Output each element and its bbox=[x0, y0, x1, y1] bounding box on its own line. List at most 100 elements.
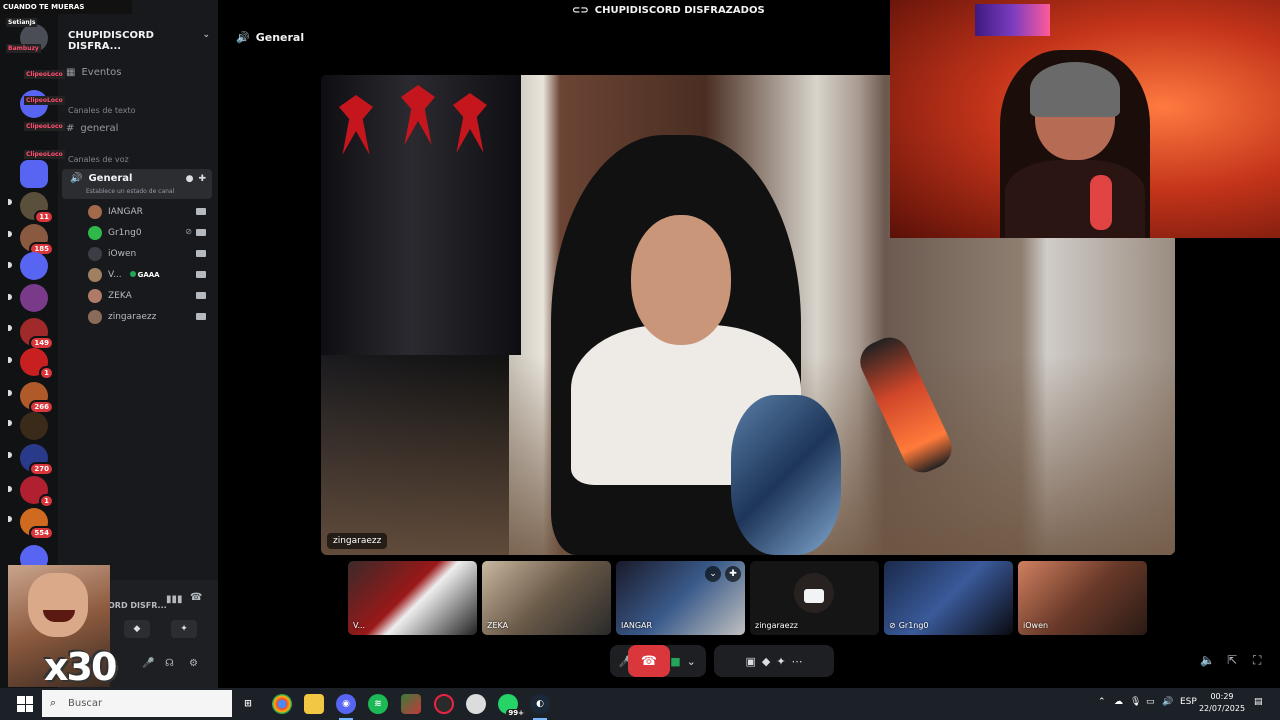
tray-chevron-icon[interactable]: ⌃ bbox=[1098, 697, 1106, 707]
activity-icon[interactable]: ◆ bbox=[762, 655, 770, 668]
chat-bubble-icon[interactable]: ● bbox=[186, 174, 194, 184]
person-face bbox=[631, 215, 731, 345]
voice-connected-server[interactable]: ORD DISFR... bbox=[108, 601, 167, 610]
participant-thumbnail[interactable]: iOwen bbox=[1018, 561, 1147, 635]
participant-thumbnail[interactable]: ZEKA bbox=[482, 561, 611, 635]
screen-share-icon[interactable]: ▣ bbox=[745, 655, 755, 668]
microphone-prop bbox=[1090, 175, 1112, 230]
server-icon[interactable] bbox=[20, 284, 48, 312]
mention-badge: 1 bbox=[39, 366, 54, 380]
participant-thumbnail[interactable]: zingaraezz bbox=[750, 561, 879, 635]
volume-icon[interactable]: 🔊 bbox=[1162, 697, 1173, 707]
overlay-user: ClipeoLoco bbox=[24, 150, 65, 159]
discord-icon[interactable]: ◉ bbox=[336, 694, 356, 714]
winrar-icon[interactable] bbox=[401, 694, 421, 714]
server-icon[interactable] bbox=[20, 412, 48, 440]
server-icon[interactable]: 1 bbox=[20, 348, 54, 380]
avatar bbox=[88, 268, 102, 282]
server-icon[interactable] bbox=[20, 252, 48, 280]
server-header[interactable]: CHUPIDISCORD DISFRA... ⌄ bbox=[68, 30, 210, 52]
windows-start-icon[interactable] bbox=[17, 696, 33, 712]
voice-member[interactable]: Gr1ng0 ⊘ bbox=[88, 224, 210, 242]
microphone-icon[interactable]: 🎙 bbox=[1130, 697, 1141, 707]
server-icon[interactable]: 266 bbox=[20, 382, 54, 414]
headphones-icon[interactable]: ☊ bbox=[165, 658, 174, 669]
category-text[interactable]: Canales de texto bbox=[68, 106, 136, 115]
voice-member[interactable]: V... GAAA bbox=[88, 266, 210, 284]
avatar bbox=[88, 205, 102, 219]
server-icon[interactable]: 1 bbox=[20, 476, 54, 508]
voice-channel-general[interactable]: 🔊 General Establece un estado de canal ●… bbox=[62, 169, 212, 199]
unread-indicator bbox=[8, 262, 12, 268]
events-link[interactable]: ▦ Eventos bbox=[66, 67, 121, 78]
chevron-down-icon: ⌄ bbox=[202, 30, 210, 40]
windows-taskbar: ⌕ Buscar ⊞ ◉ ≋ 99+ ◐ ⌃ ☁ 🎙 ▭ 🔊 ESP 00:29… bbox=[0, 688, 1280, 720]
steam-icon[interactable]: ◐ bbox=[530, 694, 550, 714]
participant-name: zingaraezz bbox=[755, 621, 798, 630]
disconnect-icon[interactable]: ☎ bbox=[190, 592, 202, 603]
voice-member[interactable]: ZEKA bbox=[88, 287, 210, 305]
soundboard-icon[interactable]: ✦ bbox=[776, 655, 785, 668]
overlay-user: SetianJs bbox=[6, 18, 38, 27]
server-icon-active[interactable] bbox=[20, 160, 48, 188]
participant-name: V... bbox=[353, 621, 366, 630]
cloud-icon[interactable]: ☁ bbox=[1114, 697, 1123, 707]
unread-indicator bbox=[8, 452, 12, 458]
video-camera-icon: ■ bbox=[670, 654, 681, 668]
camera-off-icon bbox=[804, 589, 824, 603]
add-member-icon[interactable]: ✚ bbox=[198, 174, 206, 184]
shield-icon[interactable] bbox=[466, 694, 486, 714]
participant-thumbnail[interactable]: V... bbox=[348, 561, 477, 635]
member-name: IANGAR bbox=[108, 207, 143, 217]
voice-member[interactable]: IANGAR bbox=[88, 203, 210, 221]
task-view-icon[interactable]: ⊞ bbox=[238, 694, 258, 714]
streamer-body bbox=[1005, 160, 1145, 238]
hang-up-button[interactable]: ☎ bbox=[628, 645, 670, 677]
spotify-icon[interactable]: ≋ bbox=[368, 694, 388, 714]
avatar bbox=[88, 289, 102, 303]
server-icon[interactable]: 185 bbox=[20, 224, 54, 256]
voice-member[interactable]: zingaraezz bbox=[88, 308, 210, 326]
gear-icon[interactable]: ⚙ bbox=[189, 658, 198, 669]
participant-name: ⊘ Gr1ng0 bbox=[889, 621, 929, 630]
server-icon[interactable]: 11 bbox=[20, 192, 54, 224]
participant-thumbnail[interactable]: ⊘ Gr1ng0 bbox=[884, 561, 1013, 635]
server-icon[interactable]: 149 bbox=[20, 318, 54, 350]
language-indicator[interactable]: ESP bbox=[1180, 697, 1197, 707]
taskbar-search[interactable]: ⌕ Buscar bbox=[42, 690, 232, 717]
channel-status[interactable]: Establece un estado de canal bbox=[86, 188, 174, 195]
add-member-icon[interactable]: ✚ bbox=[725, 566, 741, 582]
camera-icon bbox=[196, 271, 206, 278]
volume-icon[interactable]: 🔈 bbox=[1200, 653, 1215, 667]
microphone-icon[interactable]: 🎤 bbox=[142, 658, 154, 669]
category-voice[interactable]: Canales de voz bbox=[68, 155, 129, 164]
voice-member[interactable]: iOwen bbox=[88, 245, 210, 263]
participant-thumbnail[interactable]: ⌄ ✚ IANGAR bbox=[616, 561, 745, 635]
popout-icon[interactable]: ⇱ bbox=[1227, 653, 1237, 667]
taskbar-clock[interactable]: 00:29 22/07/2025 bbox=[1196, 691, 1248, 715]
notification-icon[interactable]: ▤ bbox=[1254, 697, 1263, 707]
network-icon[interactable]: ▭ bbox=[1146, 697, 1155, 707]
soundboard-button[interactable]: ✦ bbox=[171, 620, 197, 638]
stage-channel-header: 🔊 General bbox=[236, 31, 304, 44]
fullscreen-icon[interactable]: ⛶ bbox=[1253, 653, 1261, 668]
avatar bbox=[88, 310, 102, 324]
server-icon[interactable]: 554 bbox=[20, 508, 54, 540]
unread-indicator bbox=[8, 420, 12, 426]
whatsapp-icon[interactable]: 99+ bbox=[498, 694, 526, 717]
camera-icon bbox=[196, 250, 206, 257]
unread-indicator bbox=[8, 294, 12, 300]
noise-icon[interactable]: ▮▮▮ bbox=[166, 594, 183, 605]
video-stage: ⊂⊃ CHUPIDISCORD DISFRAZADOS 🔊 General zi… bbox=[218, 0, 1280, 688]
avatar bbox=[88, 226, 102, 240]
overlay-user: ClipeoLoco bbox=[24, 122, 65, 131]
server-icon[interactable]: 270 bbox=[20, 444, 54, 476]
member-name: iOwen bbox=[108, 249, 137, 259]
activity-button[interactable]: ◆ bbox=[124, 620, 150, 638]
folder-icon[interactable] bbox=[304, 694, 324, 714]
channel-general-text[interactable]: # general bbox=[66, 123, 118, 134]
chevron-down-icon[interactable]: ⌄ bbox=[705, 566, 721, 582]
more-icon[interactable]: ⋯ bbox=[792, 655, 803, 668]
obs-icon[interactable] bbox=[434, 694, 454, 714]
chrome-icon[interactable] bbox=[272, 694, 292, 714]
